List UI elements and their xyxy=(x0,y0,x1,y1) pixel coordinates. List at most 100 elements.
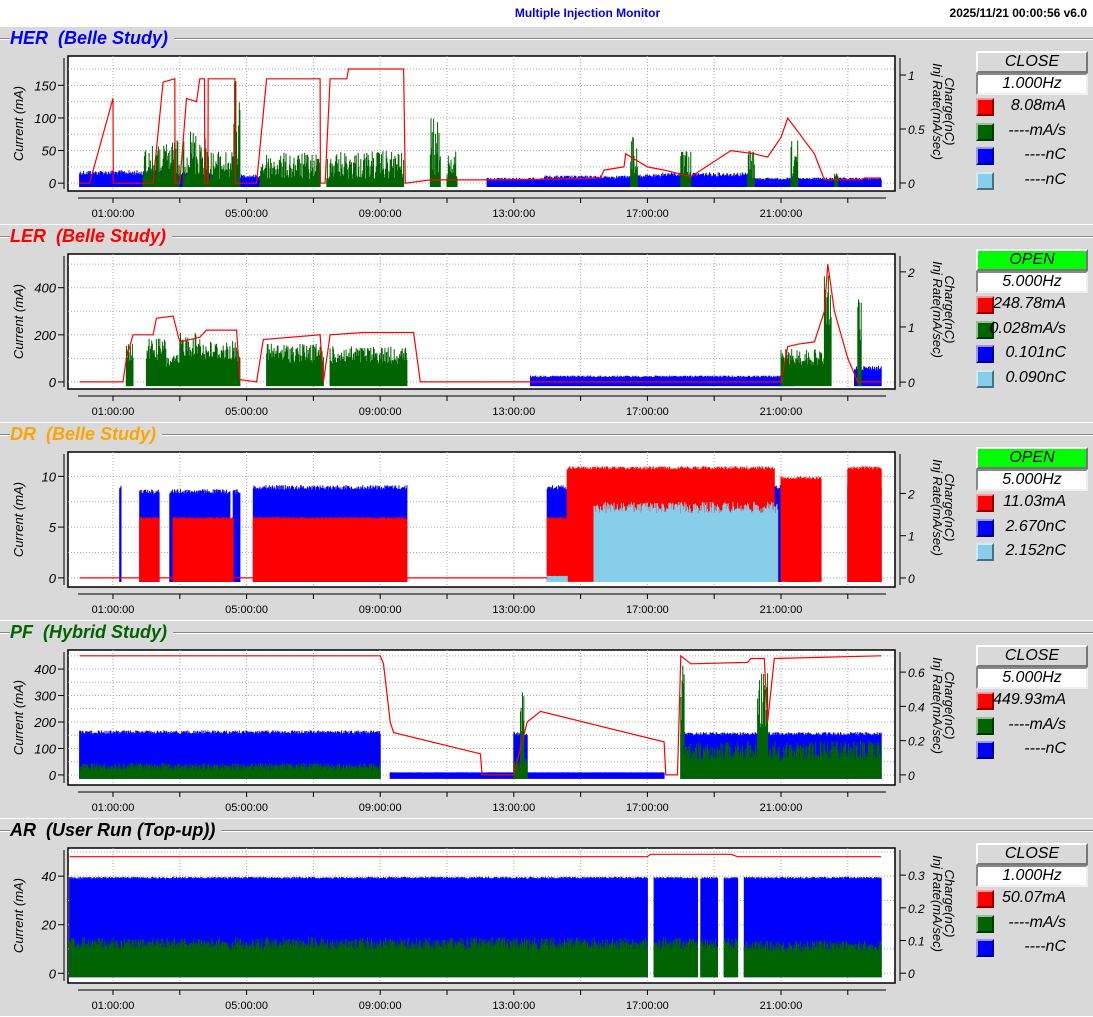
panel-title: HER (Belle Study) xyxy=(10,28,175,49)
legend-value: 8.08mA xyxy=(1010,97,1066,114)
operation-mode: (Belle Study) xyxy=(58,28,169,48)
y2-axis-label: Inj Rate(mA/sec) xyxy=(930,855,945,952)
legend-swatch[interactable] xyxy=(976,494,994,512)
legend-item: 8.08mA xyxy=(976,97,1088,117)
legend-value: ----nC xyxy=(1024,740,1066,758)
x-tick-label: 05:00:00 xyxy=(225,604,268,616)
legend-swatch[interactable] xyxy=(976,939,994,958)
chart-pf: 0100200300400Current (mA)00.20.40.6 Charg… xyxy=(11,649,957,814)
x-tick-label: 17:00:00 xyxy=(626,802,669,814)
legend-swatch[interactable] xyxy=(976,914,994,933)
y-tick-label: 10 xyxy=(42,469,57,484)
y2-tick-label: 2 xyxy=(907,266,915,280)
legend-item: ----nC xyxy=(976,740,1088,760)
y2-tick-label: 2 xyxy=(907,487,915,501)
header-bar: Multiple Injection Monitor 2025/11/21 00… xyxy=(0,0,1093,26)
y2-tick-label: 0 xyxy=(908,177,915,191)
legend-item: 248.78mA xyxy=(976,295,1088,315)
y-tick-label: 20 xyxy=(41,918,57,933)
y2-tick-label: 0.1 xyxy=(908,935,925,949)
injection-rate-field[interactable]: 5.000Hz xyxy=(976,667,1088,689)
legend-swatch[interactable] xyxy=(976,741,994,760)
operation-mode: (Hybrid Study) xyxy=(43,622,168,642)
legend-value: ----nC xyxy=(1024,171,1066,189)
injection-rate-field[interactable]: 5.000Hz xyxy=(976,271,1088,293)
legend-value: ----mA/s xyxy=(1008,913,1066,931)
legend-item: ----mA/s xyxy=(976,914,1088,934)
x-tick-label: 21:00:00 xyxy=(760,208,803,220)
y-tick-label: 400 xyxy=(34,662,56,677)
y-tick-label: 0 xyxy=(49,768,57,783)
shutter-status-button[interactable]: CLOSE xyxy=(976,51,1088,73)
legend-item: 0.101nC xyxy=(976,344,1088,364)
x-tick-label: 21:00:00 xyxy=(760,604,803,616)
legend-item: 449.93mA xyxy=(976,691,1088,711)
legend-item: ----nC xyxy=(976,146,1088,166)
shutter-status-button[interactable]: CLOSE xyxy=(976,645,1088,667)
legend-swatch[interactable] xyxy=(976,122,994,141)
x-tick-label: 17:00:00 xyxy=(626,406,669,418)
panel-title: AR (User Run (Top-up)) xyxy=(10,820,222,841)
y-axis-label: Current (mA) xyxy=(11,878,26,953)
legend-value: ----nC xyxy=(1024,938,1066,956)
legend-value: ----mA/s xyxy=(1008,121,1066,139)
y-tick-label: 0 xyxy=(49,966,57,981)
y-tick-label: 200 xyxy=(33,715,56,730)
legend-swatch[interactable] xyxy=(976,518,994,537)
y-tick-label: 400 xyxy=(34,281,56,296)
injection-rate-field[interactable]: 1.000Hz xyxy=(976,865,1088,887)
legend-swatch[interactable] xyxy=(976,692,994,710)
chart-ar: 02040Current (mA)00.10.20.3 Charge(nC)Inj… xyxy=(11,847,957,1012)
legend-value: 11.03mA xyxy=(1003,493,1066,510)
y2-tick-label: 0.5 xyxy=(908,123,925,137)
y-tick-label: 50 xyxy=(42,144,57,159)
legend-item: 50.07mA xyxy=(976,889,1088,909)
legend-value: 0.090nC xyxy=(1005,369,1067,387)
y-tick-label: 0 xyxy=(49,571,57,586)
chart-her: 050100150Current (mA)00.51Charge(nC)Inj … xyxy=(11,55,957,220)
legend-value: 2.670nC xyxy=(1005,517,1067,535)
x-tick-label: 01:00:00 xyxy=(92,406,135,418)
y-tick-label: 150 xyxy=(34,78,56,93)
y-axis-label: Current (mA) xyxy=(11,284,26,359)
legend-value: ----nC xyxy=(1024,146,1066,164)
legend-swatch[interactable] xyxy=(976,172,994,191)
x-tick-label: 13:00:00 xyxy=(492,406,535,418)
legend-item: ----mA/s xyxy=(976,122,1088,142)
inj_rate-series xyxy=(69,937,882,978)
y-tick-label: 40 xyxy=(42,869,57,884)
legend-swatch[interactable] xyxy=(976,147,994,166)
x-tick-label: 09:00:00 xyxy=(359,1000,402,1012)
legend-swatch[interactable] xyxy=(976,98,994,116)
app-title: Multiple Injection Monitor xyxy=(514,6,661,20)
x-tick-label: 05:00:00 xyxy=(225,802,268,814)
legend-swatch[interactable] xyxy=(976,890,994,908)
y-tick-label: 5 xyxy=(49,520,57,535)
panel-ar: 0 20 40 Current (mA) 0 0.1 0.2 0.3 Charge(nC) Inj… xyxy=(0,818,1093,1016)
shutter-status-button[interactable]: OPEN xyxy=(976,249,1088,271)
ring-name: AR xyxy=(10,820,36,840)
legend-swatch[interactable] xyxy=(976,716,994,735)
injection-rate-field[interactable]: 5.000Hz xyxy=(976,469,1088,491)
x-tick-label: 21:00:00 xyxy=(760,406,803,418)
legend-item: ----nC xyxy=(976,938,1088,958)
operation-mode: (Belle Study) xyxy=(46,424,157,444)
panel-ler: 0 200 400 Current (mA) 0 1 2 Charge(nC) Inj Rate… xyxy=(0,224,1093,422)
shutter-status-button[interactable]: CLOSE xyxy=(976,843,1088,865)
y2-axis-label: Inj Rate(mA/sec) xyxy=(930,459,945,556)
legend-swatch[interactable] xyxy=(976,543,994,562)
y2-tick-label: 0 xyxy=(908,967,915,981)
x-tick-label: 01:00:00 xyxy=(92,604,135,616)
injection-rate-field[interactable]: 1.000Hz xyxy=(976,73,1088,95)
operation-mode: (Belle Study) xyxy=(56,226,167,246)
operation-mode: (User Run (Top-up)) xyxy=(46,820,216,840)
legend-swatch[interactable] xyxy=(976,345,994,364)
panel-title: DR (Belle Study) xyxy=(10,424,163,445)
y2-tick-label: 1 xyxy=(908,69,915,83)
legend-swatch[interactable] xyxy=(976,296,994,314)
y-tick-label: 0 xyxy=(49,176,57,191)
shutter-status-button[interactable]: OPEN xyxy=(976,447,1088,469)
x-tick-label: 17:00:00 xyxy=(626,604,669,616)
legend-swatch[interactable] xyxy=(976,370,994,389)
y2-axis-label: Inj Rate(mA/sec) xyxy=(930,657,945,754)
